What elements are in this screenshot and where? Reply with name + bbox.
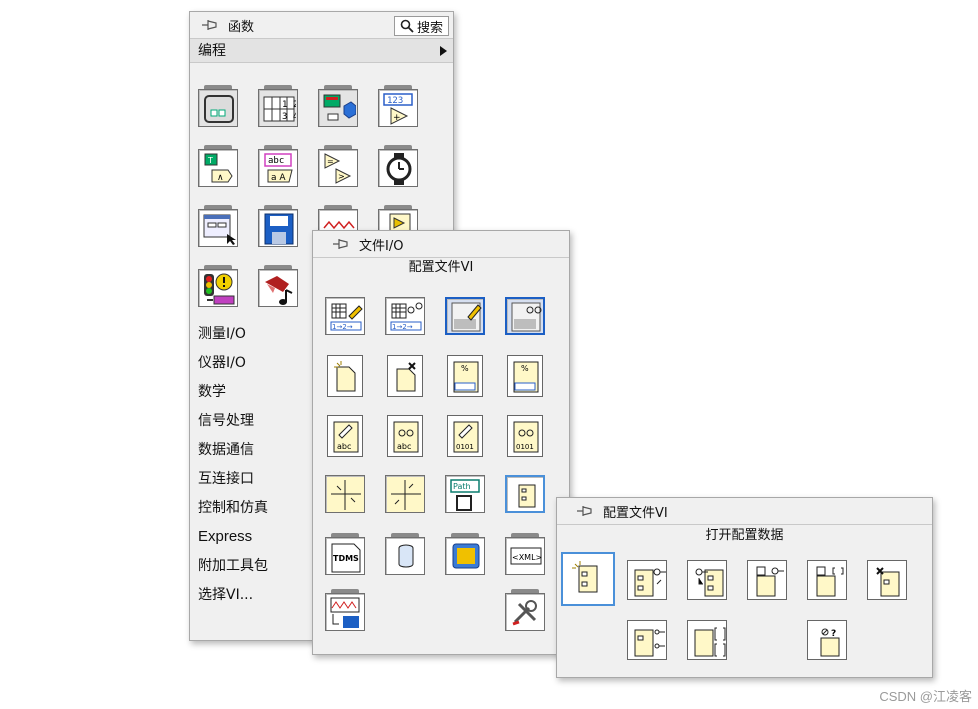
read-spreadsheet-icon[interactable]: 1→2→: [385, 293, 425, 335]
pin-icon[interactable]: [575, 504, 595, 518]
category-mathematics[interactable]: 数学: [198, 378, 226, 406]
waveform-file-io-icon[interactable]: [325, 589, 365, 631]
category-control-simulation[interactable]: 控制和仿真: [198, 494, 268, 522]
scan-from-file-icon[interactable]: %: [507, 355, 543, 397]
percent-text: %: [461, 364, 469, 373]
file-io-palette: 文件I/O 配置文件VI 1→2→ 1→2→ % % abc abc 0101 …: [312, 230, 570, 655]
numeric-icon[interactable]: 123 +: [378, 85, 418, 127]
svg-text:=: =: [327, 157, 334, 166]
dialog-ui-icon[interactable]: [198, 205, 238, 247]
graphics-sound-icon[interactable]: [258, 265, 298, 307]
zip-icon[interactable]: [445, 533, 485, 575]
array-icon[interactable]: 1 23 4: [258, 85, 298, 127]
spreadsheet-text: 1→2→: [332, 323, 353, 331]
pin-icon[interactable]: [200, 18, 220, 32]
category-instrument-io[interactable]: 仪器I/O: [198, 349, 246, 377]
remove-key-icon[interactable]: [747, 560, 787, 600]
search-icon: [400, 19, 414, 33]
path-constant-icon[interactable]: Path: [445, 471, 485, 513]
structures-icon[interactable]: [198, 85, 238, 127]
category-select-vi[interactable]: 选择VI...: [198, 581, 253, 609]
category-express[interactable]: Express: [198, 523, 252, 551]
file-io-selected-label: 配置文件VI: [408, 260, 474, 275]
storage-icon[interactable]: [385, 533, 425, 575]
file-io-category-icon[interactable]: [258, 205, 298, 247]
category-signal-processing[interactable]: 信号处理: [198, 407, 254, 435]
read-key-icon[interactable]: [627, 560, 667, 600]
comparison-icon[interactable]: = >: [318, 145, 358, 187]
functions-palette-title: 函数: [228, 19, 255, 35]
write-binary-file-icon[interactable]: 0101: [447, 415, 483, 457]
file-io-palette-header: 文件I/O: [313, 231, 569, 257]
get-section-names-icon[interactable]: [687, 620, 727, 660]
category-data-communication[interactable]: 数据通信: [198, 436, 254, 464]
functions-palette-header: 函数 搜索: [190, 12, 453, 38]
open-config-data-icon[interactable]: [561, 552, 615, 606]
svg-text:0101: 0101: [516, 443, 534, 451]
category-header-label: 编程: [198, 43, 226, 59]
write-measurement-file-icon[interactable]: [445, 293, 485, 335]
xml-icon[interactable]: <XML>: [505, 533, 545, 575]
watermark: CSDN @江凌客: [879, 689, 972, 704]
svg-text:>: >: [338, 172, 345, 181]
boolean-icon[interactable]: T ∧: [198, 145, 238, 187]
close-file-icon[interactable]: [387, 355, 423, 397]
tdms-icon[interactable]: TDMS: [325, 533, 365, 575]
timing-icon[interactable]: [378, 145, 418, 187]
config-file-vis-icon[interactable]: [505, 471, 545, 513]
adv-file-functions-icon[interactable]: [325, 471, 365, 513]
not-a-refnum-icon[interactable]: ?: [807, 620, 847, 660]
open-create-file-icon[interactable]: [327, 355, 363, 397]
config-file-palette: 配置文件VI 打开配置数据 ?: [556, 497, 933, 678]
svg-text:∧: ∧: [217, 173, 224, 183]
get-key-names-icon[interactable]: [627, 620, 667, 660]
svg-text:%: %: [521, 364, 529, 373]
read-measurement-file-icon[interactable]: [505, 293, 545, 335]
category-header-programming[interactable]: 编程: [190, 39, 453, 63]
pin-icon[interactable]: [331, 237, 351, 251]
svg-text:T: T: [207, 156, 213, 165]
write-key-icon[interactable]: [687, 560, 727, 600]
string-icon[interactable]: abc a A: [258, 145, 298, 187]
read-binary-file-icon[interactable]: 0101: [507, 415, 543, 457]
string-abc-text: abc: [268, 156, 284, 166]
libraries-tools-icon[interactable]: [505, 589, 545, 631]
tdms-text: TDMS: [333, 554, 359, 563]
svg-text:abc: abc: [337, 442, 351, 451]
category-measurement-io[interactable]: 测量I/O: [198, 320, 246, 348]
svg-text:abc: abc: [397, 442, 411, 451]
binary-text: 0101: [456, 443, 474, 451]
svg-text:?: ?: [831, 629, 836, 639]
config-file-selected-label: 打开配置数据: [705, 528, 784, 543]
search-label: 搜索: [416, 20, 443, 36]
write-text-file-icon[interactable]: abc: [327, 415, 363, 457]
category-addons[interactable]: 附加工具包: [198, 552, 268, 580]
write-spreadsheet-icon[interactable]: 1→2→: [325, 293, 365, 335]
file-constants-icon[interactable]: [385, 471, 425, 513]
config-file-palette-title: 配置文件VI: [603, 505, 668, 521]
svg-text:+: +: [393, 113, 401, 123]
xml-text: <XML>: [512, 553, 542, 562]
svg-text:1 2: 1 2: [282, 100, 296, 110]
expand-arrow-icon: [440, 46, 447, 56]
remove-section-icon[interactable]: [807, 560, 847, 600]
category-connectivity[interactable]: 互连接口: [198, 465, 254, 493]
read-text-file-icon[interactable]: abc: [387, 415, 423, 457]
search-button[interactable]: 搜索: [393, 16, 449, 36]
close-config-data-icon[interactable]: [867, 560, 907, 600]
config-file-palette-header: 配置文件VI: [557, 498, 932, 524]
error-handling-icon[interactable]: [198, 265, 238, 307]
svg-text:1→2→: 1→2→: [392, 323, 413, 331]
file-io-palette-title: 文件I/O: [359, 238, 404, 254]
svg-text:3 4: 3 4: [282, 112, 296, 122]
cluster-icon[interactable]: [318, 85, 358, 127]
numeric-text: 123: [387, 96, 403, 106]
format-into-file-icon[interactable]: %: [447, 355, 483, 397]
path-text: Path: [453, 482, 471, 491]
string-aa-text: a A: [271, 173, 286, 183]
